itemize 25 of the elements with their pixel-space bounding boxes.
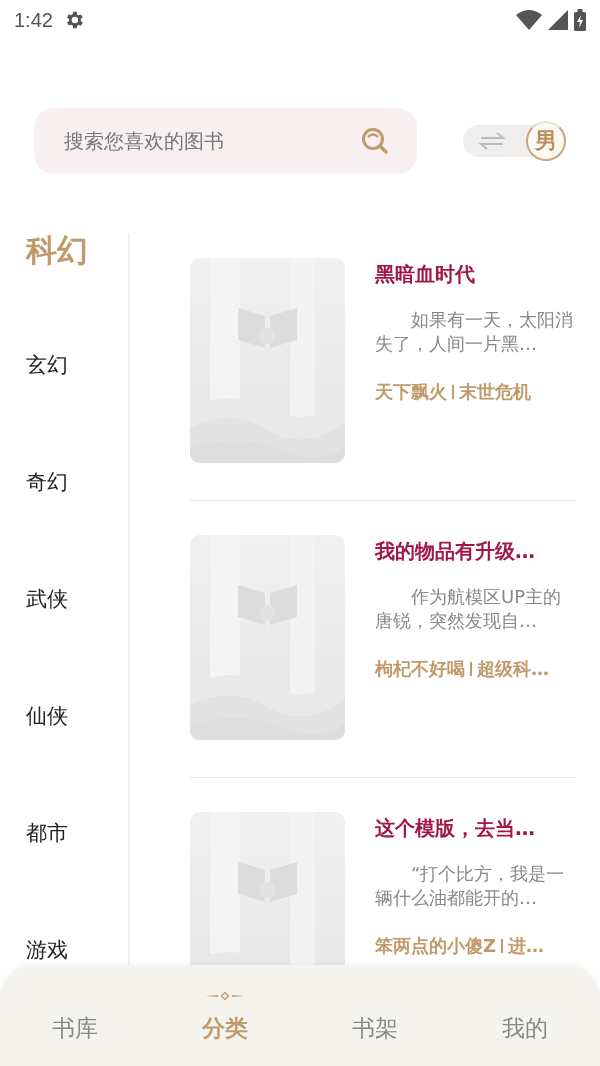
wifi-icon — [516, 10, 542, 30]
book-summary: “打个比方，我是一辆什么油都能开的… — [375, 862, 566, 910]
category-item[interactable]: 奇幻 — [26, 467, 68, 497]
book-genre: 末世危机 — [459, 380, 531, 404]
category-item[interactable]: 游戏 — [26, 935, 68, 965]
signal-icon — [548, 10, 568, 30]
book-title[interactable]: 黑暗血时代 — [375, 261, 575, 288]
book-author: 笨两点的小傻Z — [375, 934, 497, 958]
category-item[interactable]: 都市 — [26, 818, 68, 848]
book-title[interactable]: 我的物品有升级… — [375, 538, 575, 565]
clock: 1:42 — [14, 8, 53, 32]
category-item[interactable]: 仙侠 — [26, 701, 68, 731]
book-author: 天下飘火 — [375, 380, 447, 404]
book-summary: 如果有一天，太阳消失了，人间一片黑… — [375, 308, 574, 356]
book-title[interactable]: 这个模版，去当… — [375, 815, 575, 842]
book-genre: 超级科… — [477, 657, 549, 681]
search-field[interactable]: 搜索您喜欢的图书 — [34, 108, 417, 174]
category-item[interactable]: 武侠 — [26, 584, 68, 614]
book-summary: 作为航模区UP主的唐锐，突然发现自… — [375, 585, 563, 633]
book-genre: 进… — [508, 934, 545, 958]
search-icon[interactable] — [361, 127, 389, 155]
category-item[interactable]: 玄幻 — [26, 350, 68, 380]
book-author: 枸杞不好喝 — [375, 657, 465, 681]
swap-icon — [479, 131, 505, 151]
battery-icon — [574, 9, 586, 31]
